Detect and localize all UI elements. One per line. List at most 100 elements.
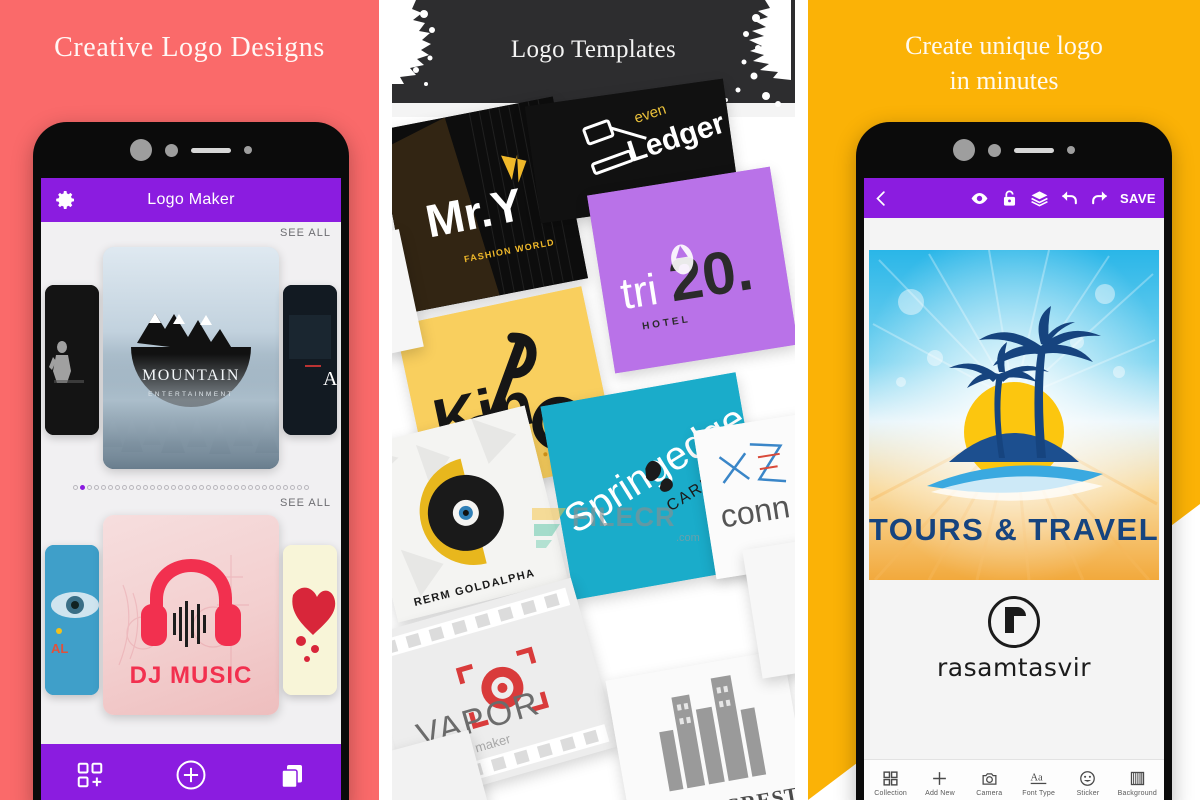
pagination-dot[interactable] (171, 485, 176, 490)
background-icon (1130, 771, 1144, 785)
logo-canvas[interactable]: TOURS & TRAVEL (869, 250, 1159, 580)
pagination-dot[interactable] (143, 485, 148, 490)
screenshot-stage: Creative Logo Designs Logo Maker SEE ALL (0, 0, 1200, 800)
pagination-dot-active[interactable] (80, 485, 85, 490)
phone-notch-1 (33, 122, 349, 178)
panel1-headline: Creative Logo Designs (54, 32, 325, 63)
panel-logo-templates: Logo Templates Mr.Y FASHION WORLD even L… (392, 0, 795, 800)
font-type-icon: Aa (1030, 772, 1047, 784)
phone-screen-1: Logo Maker SEE ALL A SEE ALL AL DJ MUSIC (41, 178, 341, 800)
pagination-dot[interactable] (87, 485, 92, 490)
panel3-headline-line1: Create unique logo (905, 31, 1103, 60)
pagination-dot[interactable] (220, 485, 225, 490)
pagination-dot[interactable] (241, 485, 246, 490)
pagination-dot[interactable] (185, 485, 190, 490)
pagination-dot[interactable] (290, 485, 295, 490)
pagination-dot[interactable] (276, 485, 281, 490)
watermark-text: rasamtasvir (937, 653, 1091, 682)
camera-small-icon (988, 143, 1001, 157)
nav-label: Collection (874, 789, 908, 797)
pagination-dot[interactable] (73, 485, 78, 490)
camera-icon (982, 772, 997, 785)
pagination-dot[interactable] (136, 485, 141, 490)
collection-grid-icon (883, 770, 898, 786)
pagination-dot[interactable] (283, 485, 288, 490)
pagination-dot[interactable] (297, 485, 302, 490)
sticker-smiley-icon (1080, 770, 1096, 786)
pagination-dot[interactable] (255, 485, 260, 490)
nav-label: Add New (925, 789, 955, 797)
nav-item-camera[interactable]: Camera (965, 770, 1013, 797)
bottom-navigation-1 (41, 744, 341, 800)
template-collage: Mr.Y FASHION WORLD even Ledger tri 20. H… (392, 78, 795, 800)
template-carousel-1[interactable]: MOUNTAIN ENTERTAINMENT (41, 241, 341, 481)
featured-template-mountain[interactable]: MOUNTAIN ENTERTAINMENT (103, 247, 279, 469)
layers-icon[interactable] (1030, 189, 1049, 208)
pagination-dot[interactable] (199, 485, 204, 490)
phone-screen-3: SAVE TOURS & TRAVEL rasamtasvir Collecti… (864, 178, 1164, 800)
pagination-dot[interactable] (178, 485, 183, 490)
save-button[interactable]: SAVE (1120, 191, 1156, 206)
layers-copy-icon[interactable] (277, 760, 307, 790)
pagination-dot[interactable] (206, 485, 211, 490)
carousel-card-next[interactable]: A (283, 285, 337, 435)
nav-item-collection[interactable]: Collection (867, 770, 915, 797)
gear-icon[interactable] (53, 188, 77, 212)
nav-label: Background (1117, 789, 1157, 797)
app-bar: Logo Maker (41, 178, 341, 222)
pagination-dot[interactable] (304, 485, 309, 490)
see-all-link-1[interactable]: SEE ALL (41, 222, 341, 241)
nav-item-background[interactable]: Background (1113, 770, 1161, 797)
nav-label: Sticker (1076, 789, 1100, 797)
carousel2-card-next[interactable] (283, 545, 337, 695)
earpiece-speaker (1014, 147, 1054, 153)
pagination-dot[interactable] (234, 485, 239, 490)
carousel-card-prev[interactable] (45, 285, 99, 435)
carousel-pagination[interactable] (41, 481, 341, 492)
pagination-dot[interactable] (94, 485, 99, 490)
plus-circle-icon[interactable] (174, 758, 208, 792)
grid-plus-icon[interactable] (75, 760, 105, 790)
carousel2-card-prev[interactable]: AL (45, 545, 99, 695)
pagination-dot[interactable] (192, 485, 197, 490)
r-arm (1014, 607, 1026, 616)
pagination-dot[interactable] (115, 485, 120, 490)
nav-label: Camera (976, 789, 1003, 797)
dark-blue-thumb: A (283, 285, 337, 435)
pagination-dot[interactable] (248, 485, 253, 490)
svg-text:A: A (323, 368, 337, 390)
nav-item-sticker[interactable]: Sticker (1064, 770, 1112, 797)
nav-item-font-type[interactable]: Aa Font Type (1015, 770, 1063, 796)
pagination-dot[interactable] (108, 485, 113, 490)
pagination-dot[interactable] (269, 485, 274, 490)
pagination-dot[interactable] (129, 485, 134, 490)
pagination-dot[interactable] (122, 485, 127, 490)
plus-icon (933, 771, 947, 785)
pagination-dot[interactable] (164, 485, 169, 490)
svg-text:Aa: Aa (1030, 772, 1043, 783)
pagination-dot[interactable] (213, 485, 218, 490)
filecr-brand: FILECR (572, 502, 676, 532)
redo-icon[interactable] (1090, 189, 1109, 208)
trip20-art: tri 20. HOTEL (587, 166, 795, 374)
template-carousel-2[interactable]: AL DJ MUSIC (41, 511, 341, 716)
pagination-dot[interactable] (262, 485, 267, 490)
nav-item-add-new[interactable]: Add New (916, 770, 964, 797)
chevron-left-icon[interactable] (872, 189, 891, 208)
featured-template-dj-music[interactable]: DJ MUSIC (103, 515, 279, 715)
pagination-dot[interactable] (101, 485, 106, 490)
undo-icon[interactable] (1060, 189, 1079, 208)
phone-notch-3 (856, 122, 1172, 178)
app-title: Logo Maker (147, 191, 235, 208)
see-all-link-2[interactable]: SEE ALL (41, 492, 341, 511)
pagination-dot[interactable] (227, 485, 232, 490)
pagination-dot[interactable] (150, 485, 155, 490)
filecr-watermark: FILECR .com (526, 498, 716, 560)
template-tile-trip20[interactable]: tri 20. HOTEL (587, 166, 795, 374)
panel2-headline: Logo Templates (510, 36, 677, 63)
pagination-dot[interactable] (157, 485, 162, 490)
eye-icon[interactable] (970, 189, 989, 208)
camera-lens-icon (953, 139, 975, 161)
dj-music-logo-art: DJ MUSIC (118, 555, 251, 689)
lock-icon[interactable] (1000, 189, 1019, 208)
